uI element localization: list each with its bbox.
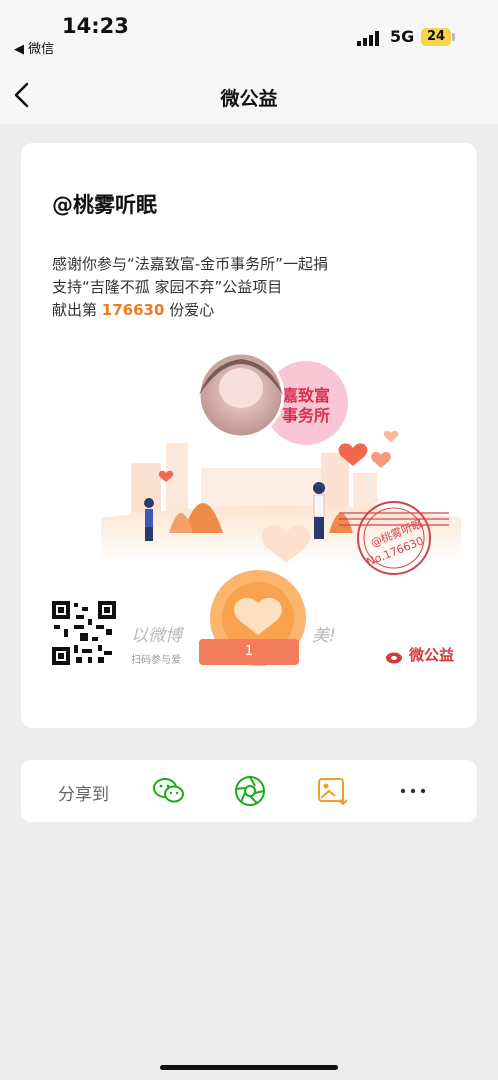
wechat-icon[interactable] (152, 774, 186, 808)
thanks-line-1: 感谢你参与“法嘉致富-金币事务所”一起捐 (52, 255, 328, 273)
network-type: 5G (390, 27, 415, 46)
username: @桃雾听眠 (52, 193, 157, 217)
thanks-line-2: 支持“吉隆不孤 家园不弃”公益项目 (52, 278, 283, 296)
slogan: 以微博 美! (131, 621, 336, 646)
scan-hint: 扫码参与爱 (131, 655, 181, 666)
love-count: 176630 (101, 301, 165, 319)
share-bar: 分享到 (21, 760, 477, 822)
certificate-card: @桃雾听眠 感谢你参与“法嘉致富-金币事务所”一起捐 支持“吉隆不孤 家园不弃”… (21, 143, 477, 728)
back-to-wechat-link[interactable]: ◀ 微信 (14, 38, 54, 57)
thanks-line-3: 献出第 176630 份爱心 (52, 299, 328, 322)
qr-code (52, 601, 116, 665)
status-bar: 14:23 ◀ 微信 5G 24 (0, 0, 498, 62)
nav-bar: 微公益 (0, 62, 498, 124)
signal-icon (357, 31, 379, 46)
page-title: 微公益 (220, 88, 278, 110)
slogan-start: 以微博 (131, 626, 182, 646)
more-icon[interactable] (396, 774, 430, 808)
brand-text: 微公益 (409, 646, 455, 664)
badge-line-2: 事务所 (282, 406, 330, 425)
thanks-text: 感谢你参与“法嘉致富-金币事务所”一起捐 支持“吉隆不孤 家园不弃”公益项目 献… (52, 253, 328, 322)
moments-icon[interactable] (233, 774, 267, 808)
save-image-icon[interactable] (316, 774, 350, 808)
slogan-end: 美! (312, 626, 336, 646)
home-indicator[interactable] (160, 1065, 338, 1070)
share-label: 分享到 (58, 785, 109, 805)
battery-cap (452, 33, 455, 41)
thanks-prefix: 献出第 (52, 301, 98, 319)
badge-line-1: 嘉致富 (281, 386, 330, 405)
status-time: 14:23 (62, 14, 129, 38)
brand-name: 微公益 (387, 644, 454, 665)
thanks-suffix: 份爱心 (169, 301, 215, 319)
battery-icon: 24 (421, 28, 451, 46)
